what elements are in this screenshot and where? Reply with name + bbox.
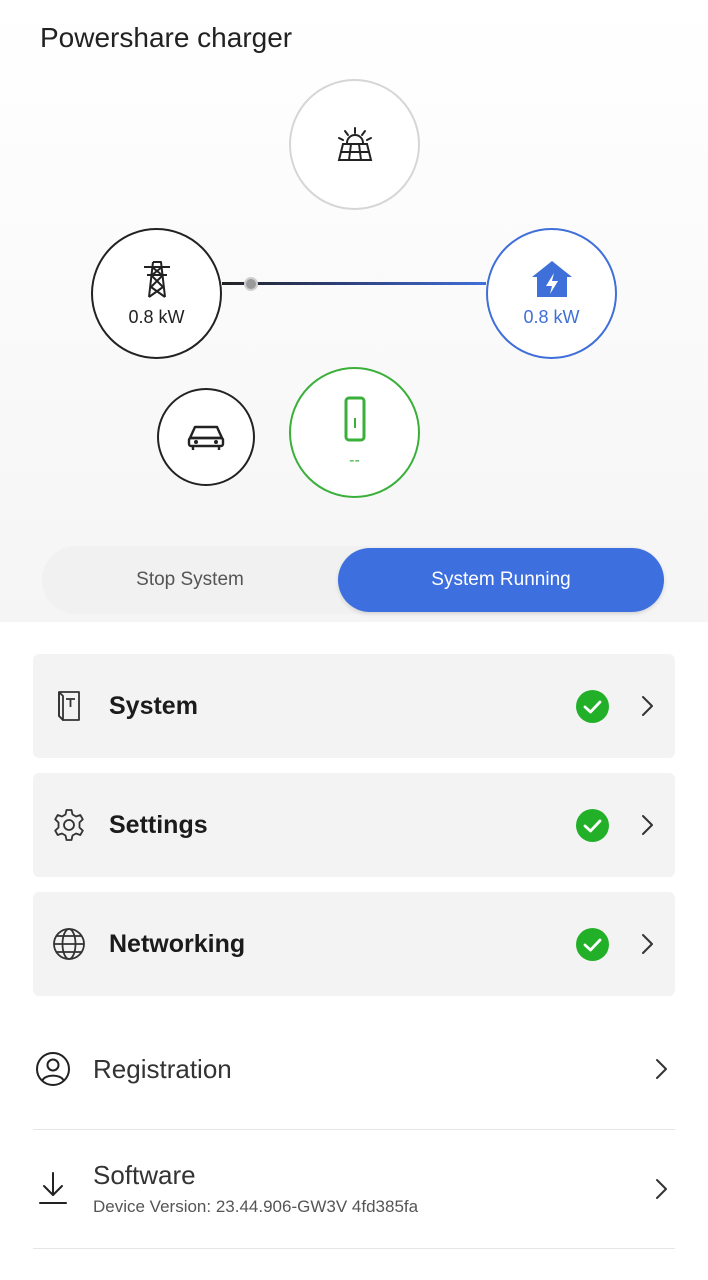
download-icon <box>39 1172 67 1204</box>
chevron-right-icon <box>656 1059 667 1079</box>
software-label: Software <box>93 1160 196 1190</box>
globe-icon <box>53 928 85 960</box>
row-divider <box>33 1129 675 1130</box>
status-check-icon <box>576 690 609 723</box>
networking-card-label: Networking <box>109 930 246 958</box>
system-toggle: Stop System System Running <box>42 546 664 614</box>
page-title: Powershare charger <box>40 22 293 53</box>
car-icon <box>187 425 225 450</box>
powershare-device-icon <box>58 691 80 721</box>
wall-charger-icon <box>344 396 365 441</box>
system-card[interactable]: System <box>33 654 675 758</box>
stop-system-button[interactable]: Stop System <box>42 546 338 614</box>
charger-node[interactable]: -- <box>289 367 420 498</box>
power-tower-icon <box>143 261 170 298</box>
system-card-label: System <box>109 692 198 720</box>
settings-card[interactable]: Settings <box>33 773 675 877</box>
registration-label: Registration <box>93 1054 232 1084</box>
status-check-icon <box>576 809 609 842</box>
gear-icon <box>54 809 84 841</box>
vehicle-node[interactable] <box>157 388 255 486</box>
row-divider <box>33 1248 675 1249</box>
software-row[interactable]: Software Device Version: 23.44.906-GW3V … <box>33 1150 675 1230</box>
solar-panel-icon <box>337 126 372 161</box>
home-power-value: 0.8 kW <box>523 307 580 327</box>
user-circle-icon <box>36 1052 70 1086</box>
solar-node[interactable] <box>289 79 420 210</box>
charger-power-value: -- <box>349 451 360 469</box>
power-flow-line <box>222 282 486 285</box>
networking-card[interactable]: Networking <box>33 892 675 996</box>
registration-row[interactable]: Registration <box>33 1030 675 1110</box>
settings-card-label: Settings <box>109 811 208 839</box>
chevron-right-icon <box>642 696 653 716</box>
chevron-right-icon <box>642 815 653 835</box>
chevron-right-icon <box>642 934 653 954</box>
chevron-right-icon <box>656 1179 667 1199</box>
flow-indicator-dot <box>244 277 258 291</box>
home-bolt-icon <box>531 261 572 297</box>
grid-node[interactable]: 0.8 kW <box>91 228 222 359</box>
device-version-text: Device Version: 23.44.906-GW3V 4fd385fa <box>93 1197 419 1216</box>
grid-power-value: 0.8 kW <box>128 307 185 327</box>
system-running-button[interactable]: System Running <box>338 548 664 612</box>
status-check-icon <box>576 928 609 961</box>
home-node[interactable]: 0.8 kW <box>486 228 617 359</box>
